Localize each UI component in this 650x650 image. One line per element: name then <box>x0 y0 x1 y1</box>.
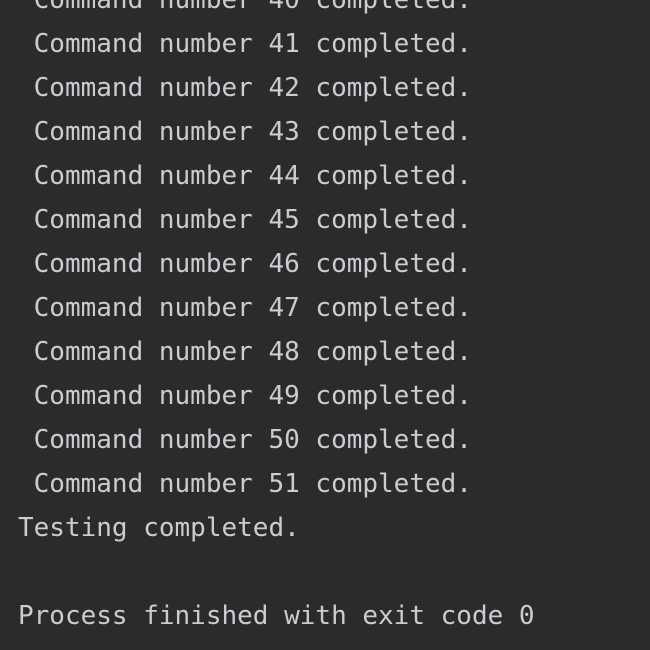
console-line: Command number 44 completed. <box>18 161 472 191</box>
console-line: Command number 41 completed. <box>18 29 472 59</box>
console-line: Command number 51 completed. <box>18 469 472 499</box>
console-line: Command number 40 completed. <box>18 0 472 15</box>
console-line: Command number 46 completed. <box>18 249 472 279</box>
testing-completed-line: Testing completed. <box>18 513 300 543</box>
process-exit-line: Process finished with exit code 0 <box>18 601 535 631</box>
console-line: Command number 48 completed. <box>18 337 472 367</box>
console-line: Command number 47 completed. <box>18 293 472 323</box>
console-line: Command number 43 completed. <box>18 117 472 147</box>
console-line: Command number 42 completed. <box>18 73 472 103</box>
console-output-panel[interactable]: Command number 40 completed. Command num… <box>0 0 650 650</box>
console-lines: Command number 40 completed. Command num… <box>18 0 535 638</box>
console-line: Command number 45 completed. <box>18 205 472 235</box>
console-line: Command number 49 completed. <box>18 381 472 411</box>
console-line: Command number 50 completed. <box>18 425 472 455</box>
